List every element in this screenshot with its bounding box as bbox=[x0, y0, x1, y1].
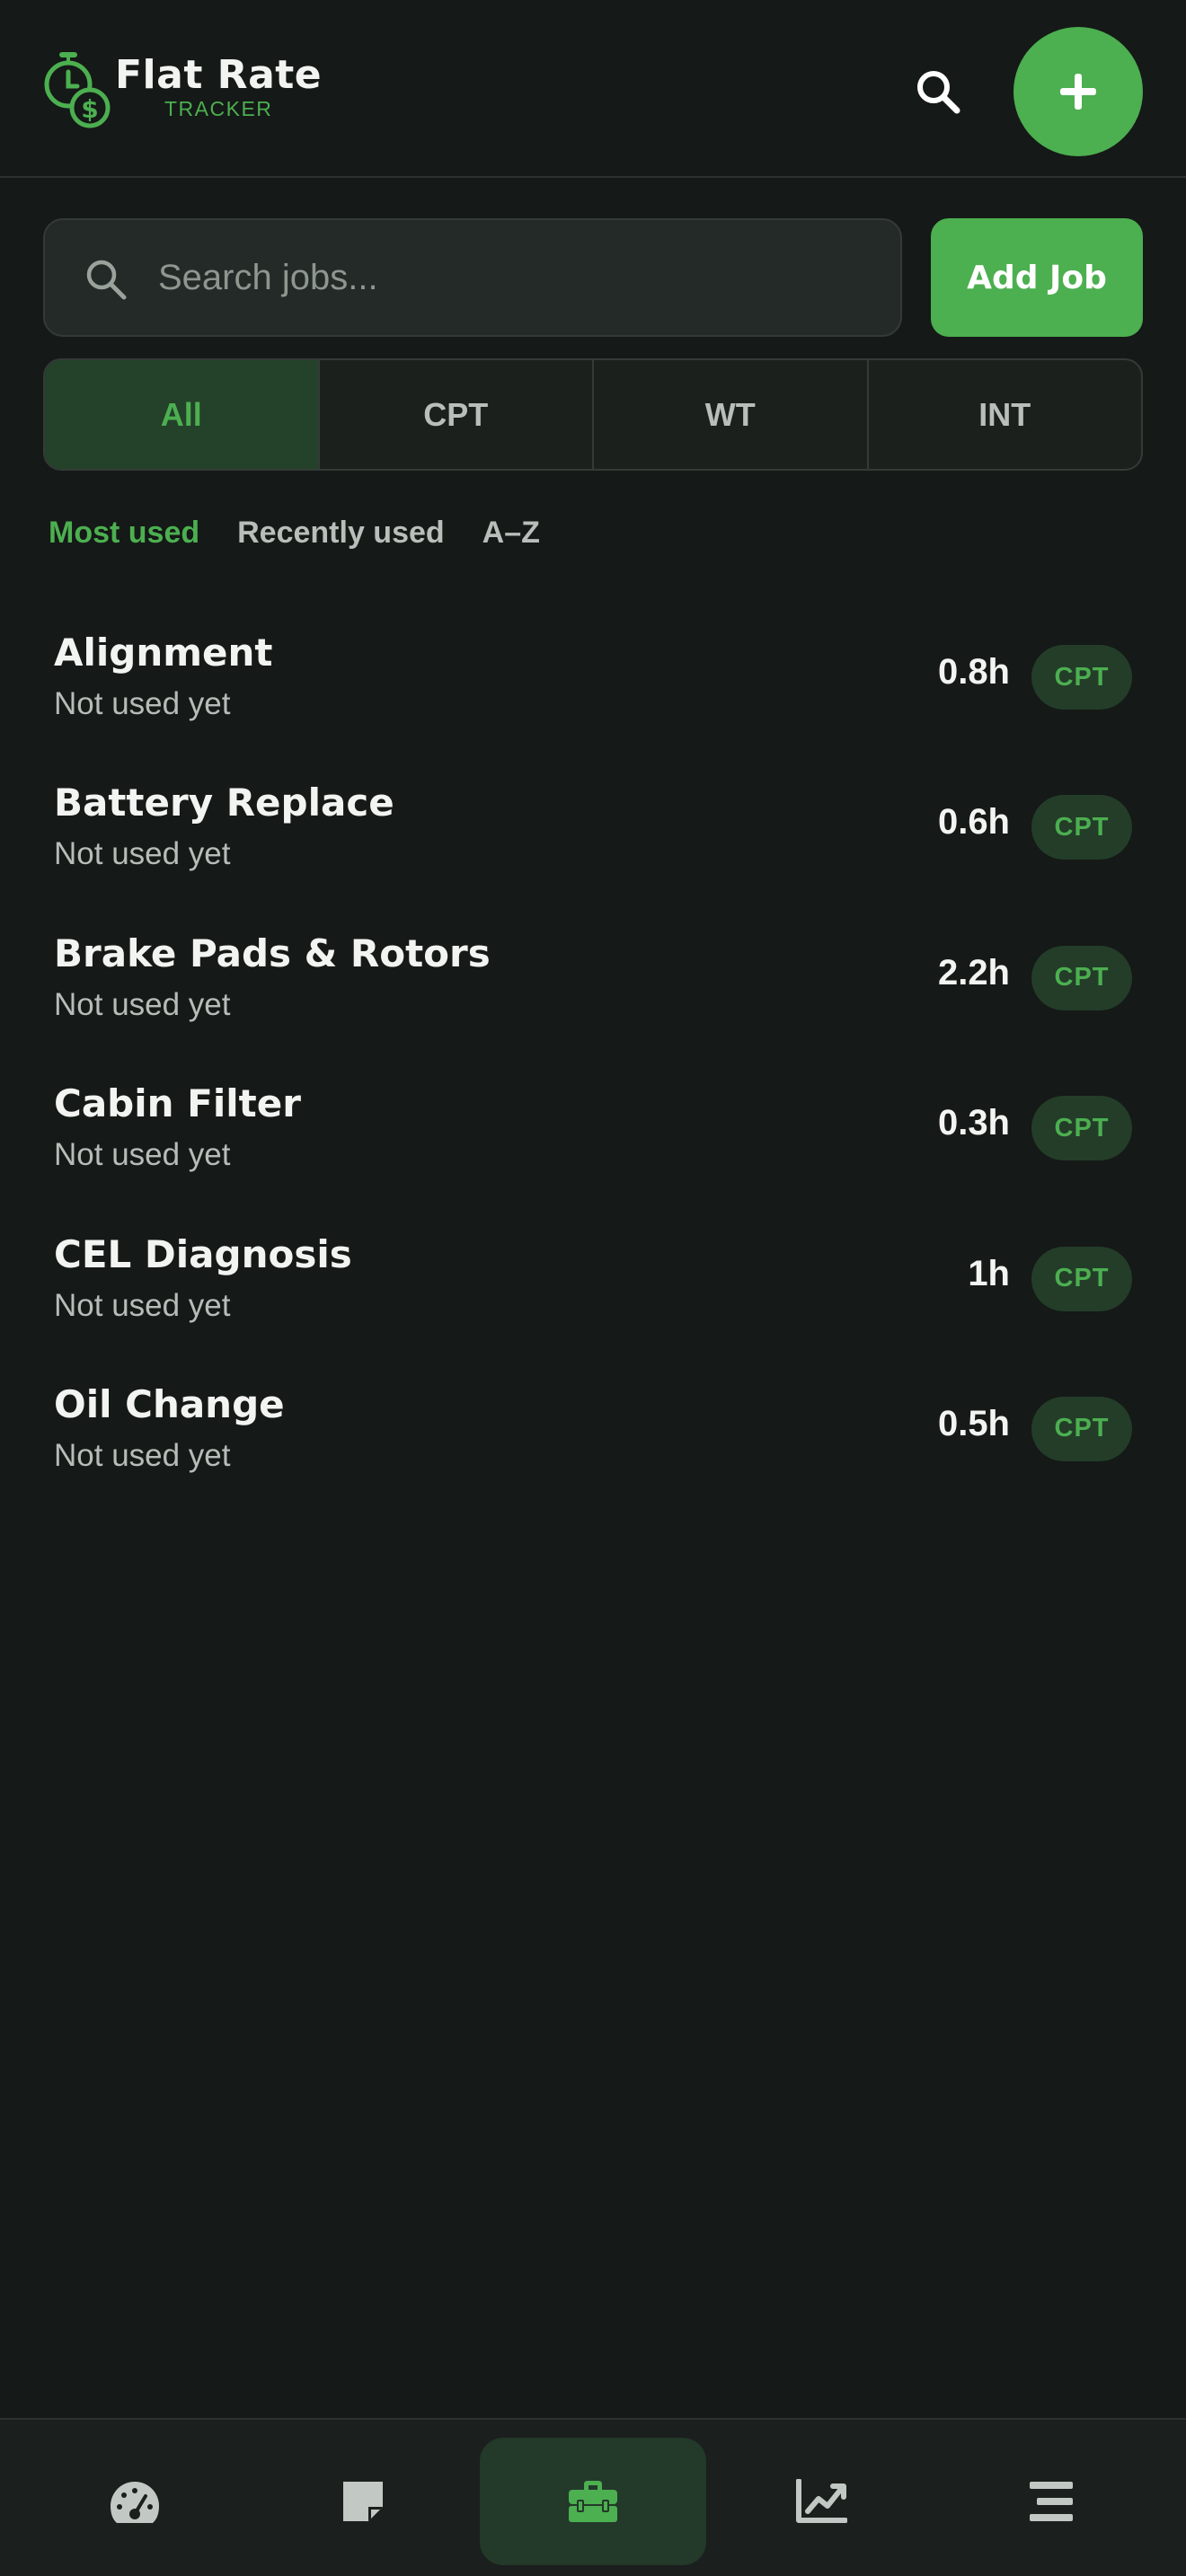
search-icon bbox=[86, 260, 127, 300]
job-usage-status: Not used yet bbox=[54, 836, 231, 872]
trending-chart-icon bbox=[796, 2479, 847, 2523]
add-fab-button[interactable] bbox=[1013, 27, 1143, 156]
job-list: Alignment Not used yet 0.8h CPT Battery … bbox=[0, 607, 1186, 1509]
brand-title: Flat Rate bbox=[115, 52, 323, 98]
job-hours: 0.6h bbox=[937, 802, 1010, 842]
menu-icon bbox=[1030, 2482, 1073, 2521]
job-hours: 2.2h bbox=[937, 952, 1010, 992]
sort-recently-used[interactable]: Recently used bbox=[237, 516, 445, 559]
job-type-badge: CPT bbox=[1031, 1396, 1132, 1461]
filter-cpt[interactable]: CPT bbox=[320, 360, 594, 469]
search-icon[interactable] bbox=[913, 66, 963, 117]
toolbox-icon bbox=[569, 2481, 617, 2522]
search-input[interactable] bbox=[158, 220, 877, 335]
filter-wt[interactable]: WT bbox=[594, 360, 869, 469]
sticky-note-icon bbox=[343, 2482, 383, 2521]
job-name: Battery Replace bbox=[54, 781, 394, 825]
job-name: CEL Diagnosis bbox=[54, 1231, 352, 1276]
add-job-button[interactable]: Add Job bbox=[931, 218, 1143, 337]
job-usage-status: Not used yet bbox=[54, 1137, 231, 1173]
plus-icon bbox=[1060, 74, 1096, 110]
nav-menu[interactable] bbox=[938, 2438, 1164, 2565]
sort-tabs: Most used Recently used A–Z bbox=[49, 516, 578, 559]
job-type-badge: CPT bbox=[1031, 795, 1132, 860]
job-row-battery-replace[interactable]: Battery Replace Not used yet 0.6h CPT bbox=[0, 757, 1186, 907]
speedometer-icon bbox=[111, 2482, 159, 2523]
job-type-badge: CPT bbox=[1031, 1246, 1132, 1311]
sort-most-used[interactable]: Most used bbox=[49, 516, 199, 559]
job-hours: 0.5h bbox=[937, 1403, 1010, 1443]
app-root: $ Flat Rate TRACKER Add Job All CPT WT I… bbox=[0, 0, 1186, 2576]
nav-dashboard[interactable] bbox=[22, 2438, 248, 2565]
job-type-badge: CPT bbox=[1031, 1096, 1132, 1161]
job-type-filter: All CPT WT INT bbox=[43, 358, 1143, 471]
svg-text:$: $ bbox=[81, 94, 98, 124]
job-name: Brake Pads & Rotors bbox=[54, 931, 491, 975]
job-hours: 0.8h bbox=[937, 652, 1010, 692]
nav-jobs[interactable] bbox=[480, 2438, 706, 2565]
job-usage-status: Not used yet bbox=[54, 686, 231, 721]
stopwatch-dollar-icon: $ bbox=[44, 52, 111, 128]
job-row-oil-change[interactable]: Oil Change Not used yet 0.5h CPT bbox=[0, 1359, 1186, 1509]
sort-a-z[interactable]: A–Z bbox=[482, 516, 540, 559]
filter-all[interactable]: All bbox=[45, 360, 320, 469]
app-header: $ Flat Rate TRACKER bbox=[0, 0, 1186, 178]
job-row-brake-pads-rotors[interactable]: Brake Pads & Rotors Not used yet 2.2h CP… bbox=[0, 908, 1186, 1058]
job-name: Oil Change bbox=[54, 1381, 285, 1426]
job-usage-status: Not used yet bbox=[54, 986, 231, 1022]
job-row-alignment[interactable]: Alignment Not used yet 0.8h CPT bbox=[0, 607, 1186, 757]
bottom-nav bbox=[0, 2418, 1186, 2576]
nav-reports[interactable] bbox=[708, 2438, 934, 2565]
job-row-cabin-filter[interactable]: Cabin Filter Not used yet 0.3h CPT bbox=[0, 1058, 1186, 1208]
job-usage-status: Not used yet bbox=[54, 1287, 231, 1323]
job-type-badge: CPT bbox=[1031, 945, 1132, 1010]
job-hours: 0.3h bbox=[937, 1103, 1010, 1143]
job-type-badge: CPT bbox=[1031, 645, 1132, 710]
filter-int[interactable]: INT bbox=[869, 360, 1142, 469]
job-name: Cabin Filter bbox=[54, 1081, 301, 1126]
job-usage-status: Not used yet bbox=[54, 1437, 231, 1473]
search-bar bbox=[43, 218, 902, 337]
job-row-cel-diagnosis[interactable]: CEL Diagnosis Not used yet 1h CPT bbox=[0, 1209, 1186, 1359]
brand-subtitle: TRACKER bbox=[164, 97, 273, 120]
job-name: Alignment bbox=[54, 631, 273, 675]
job-hours: 1h bbox=[968, 1253, 1010, 1293]
nav-notes[interactable] bbox=[250, 2438, 476, 2565]
